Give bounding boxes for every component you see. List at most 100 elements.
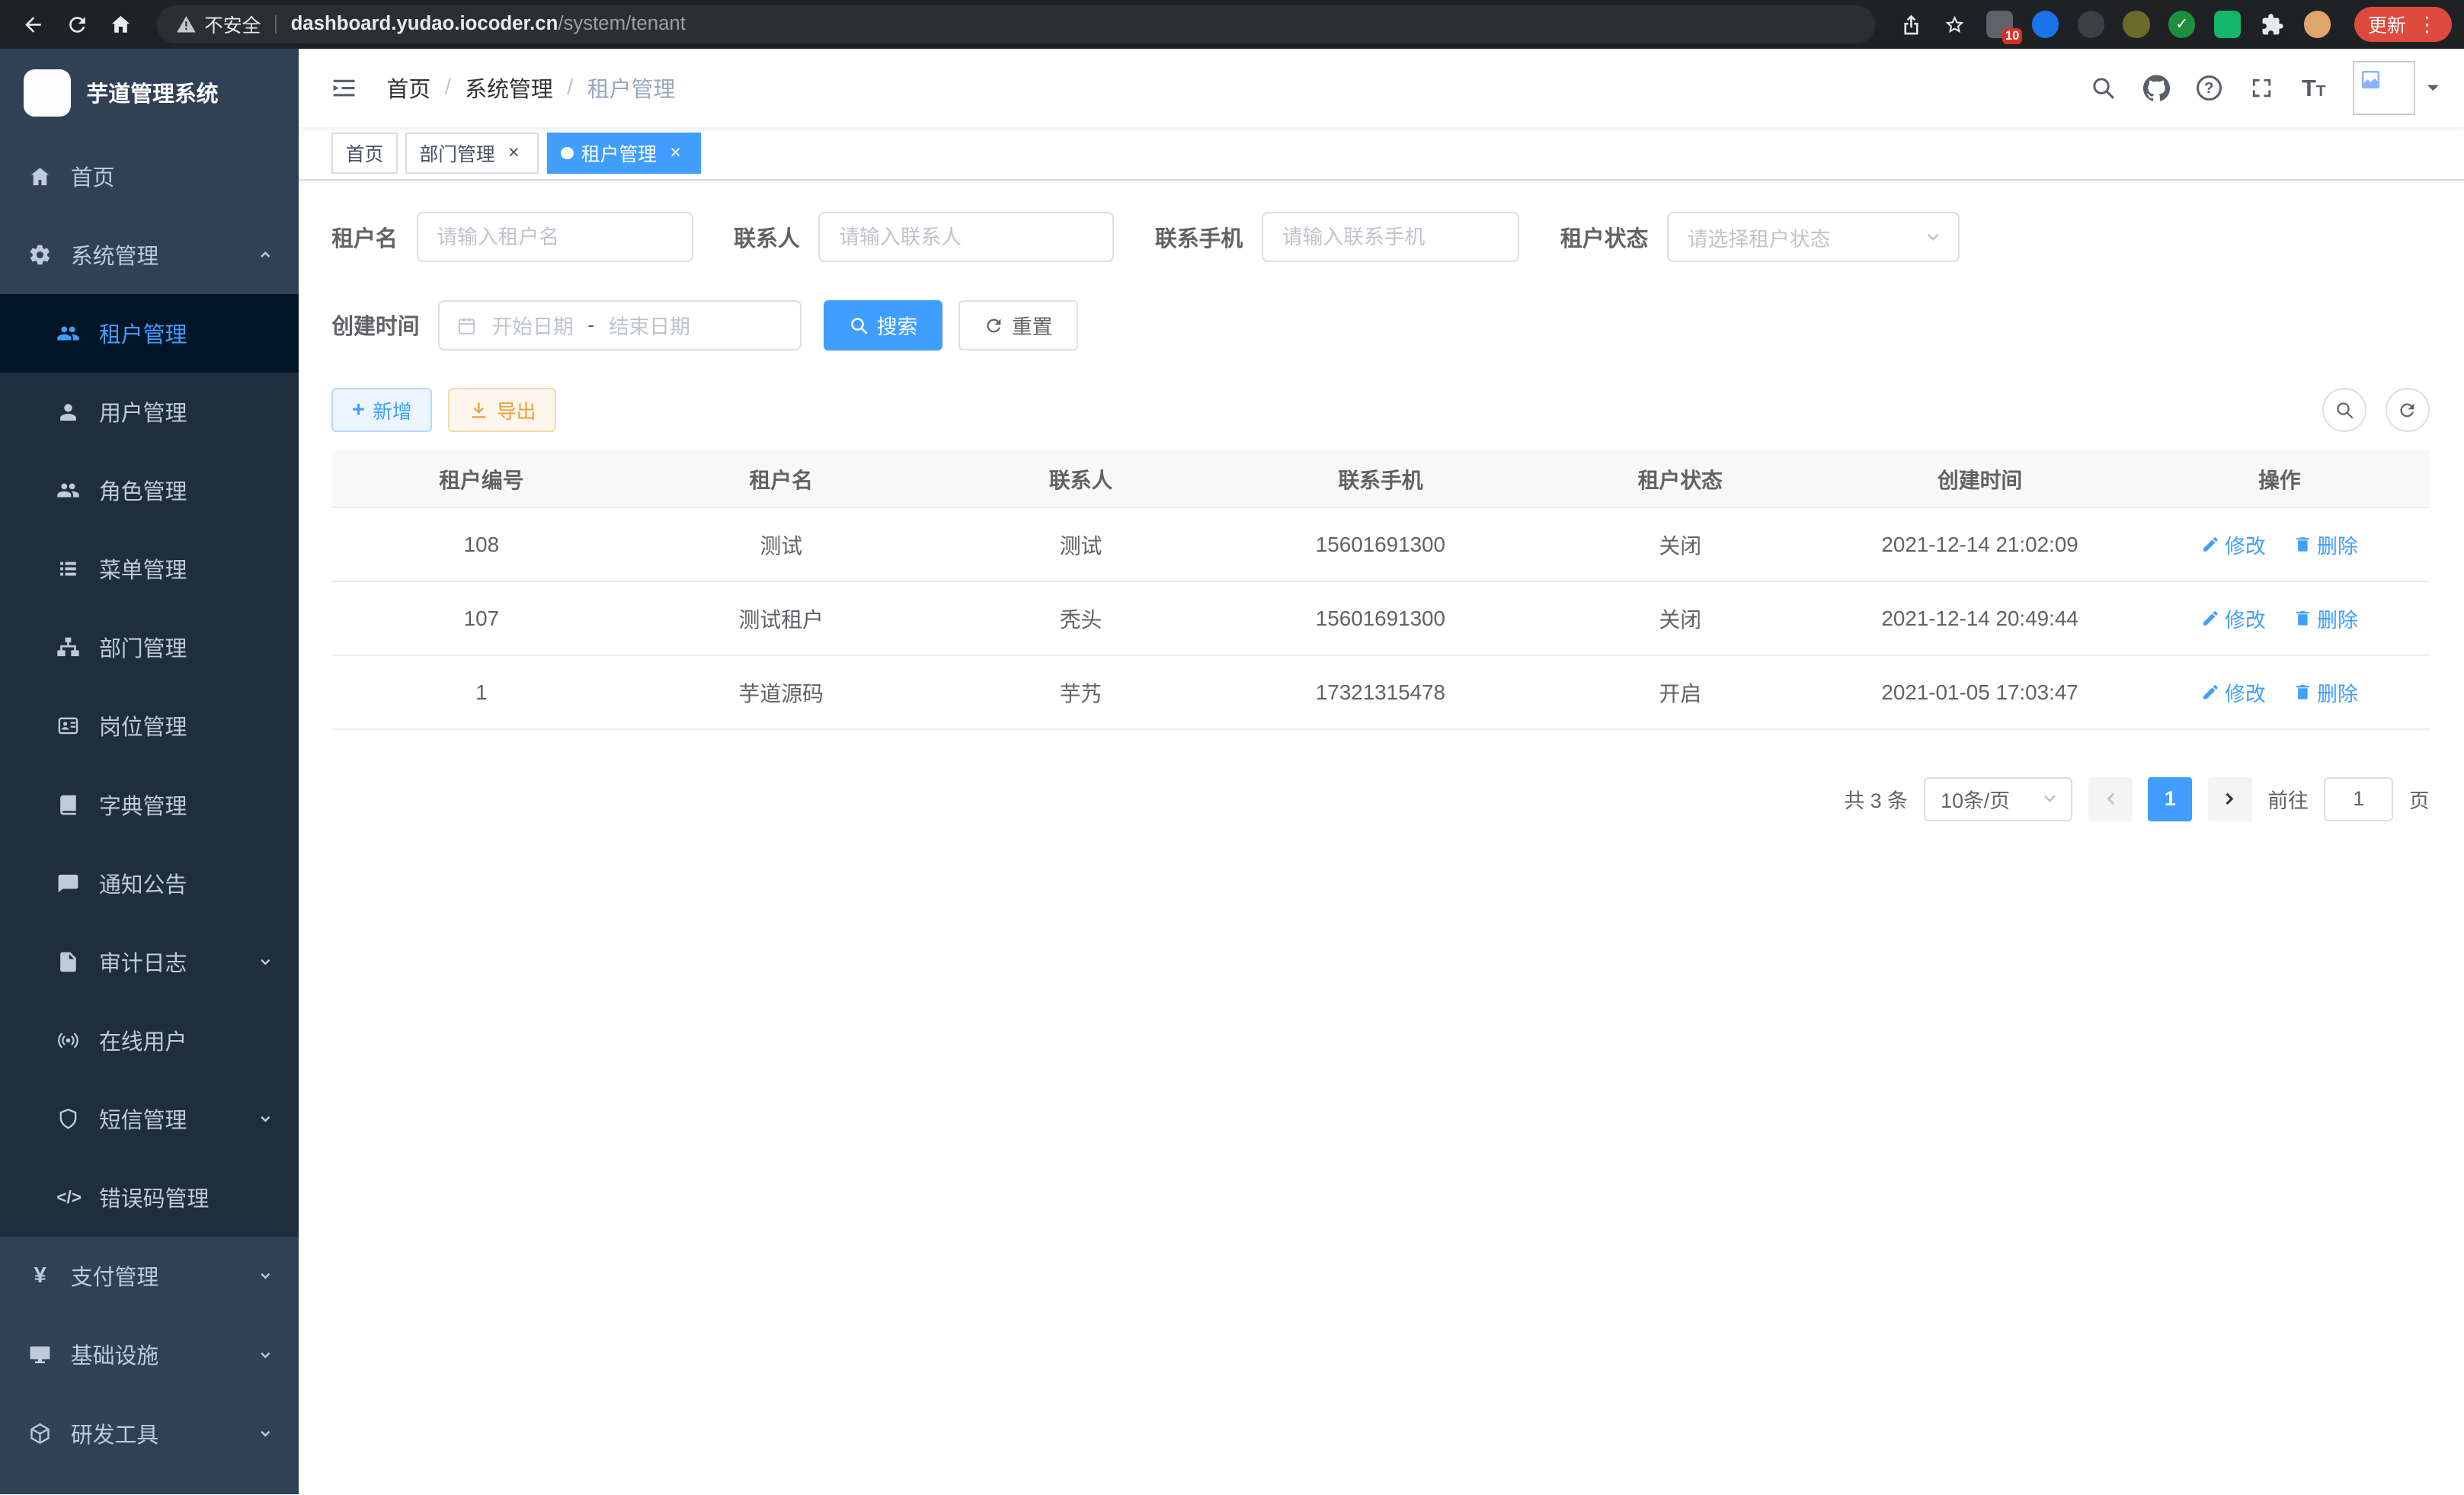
close-icon[interactable]: ×	[503, 142, 525, 165]
add-button[interactable]: + 新增	[331, 388, 432, 432]
tab-dept-management[interactable]: 部门管理 ×	[405, 133, 539, 174]
column-header: 租户状态	[1531, 451, 1830, 507]
close-icon[interactable]: ×	[664, 142, 686, 165]
help-button[interactable]: ?	[2197, 75, 2222, 101]
contact-input[interactable]	[818, 212, 1114, 262]
date-range-picker[interactable]: 开始日期 - 结束日期	[438, 300, 801, 351]
phone-input[interactable]	[1262, 212, 1519, 262]
edit-button[interactable]: 修改	[2201, 530, 2266, 559]
extension-icon-blue[interactable]	[2032, 11, 2059, 37]
font-size-small-glyph: T	[2316, 82, 2326, 100]
cell-phone: 17321315478	[1230, 655, 1530, 729]
fullscreen-button[interactable]	[2248, 75, 2275, 101]
github-button[interactable]	[2143, 75, 2170, 101]
page-number-1[interactable]: 1	[2148, 777, 2192, 821]
security-status[interactable]: 不安全	[176, 11, 261, 38]
browser-reload-button[interactable]	[56, 4, 98, 45]
header-search-button[interactable]	[2090, 75, 2117, 101]
plus-icon: +	[352, 399, 365, 421]
delete-button[interactable]: 删除	[2293, 603, 2358, 633]
breadcrumb-home[interactable]: 首页	[386, 72, 430, 104]
url-domain: dashboard.yudao.iocoder.cn	[291, 13, 558, 34]
sidebar-item-error-code-management[interactable]: </> 错误码管理	[0, 1158, 299, 1237]
trash-icon	[2293, 683, 2312, 702]
app-logo[interactable]: 芋道管理系统	[0, 49, 299, 137]
warning-icon	[176, 14, 197, 35]
toggle-search-button[interactable]	[2322, 388, 2366, 432]
sidebar-item-dict-management[interactable]: 字典管理	[0, 765, 299, 844]
edit-button[interactable]: 修改	[2201, 677, 2266, 707]
refresh-table-button[interactable]	[2386, 388, 2430, 432]
browser-home-button[interactable]	[101, 4, 142, 45]
sidebar-item-system[interactable]: 系统管理	[0, 216, 299, 294]
hamburger-icon	[330, 74, 358, 102]
sidebar-item-audit-log[interactable]: 审计日志	[0, 923, 299, 1001]
address-bar[interactable]: 不安全 dashboard.yudao.iocoder.cn/system/te…	[157, 5, 1874, 43]
next-page-button[interactable]	[2208, 777, 2252, 821]
sidebar-item-label: 角色管理	[99, 475, 187, 506]
sidebar-item-user-management[interactable]: 用户管理	[0, 373, 299, 451]
edit-label: 修改	[2225, 677, 2266, 707]
sidebar-item-payment-management[interactable]: ¥ 支付管理	[0, 1237, 299, 1315]
sidebar-item-menu-management[interactable]: 菜单管理	[0, 530, 299, 608]
sidebar-item-label: 首页	[71, 161, 115, 192]
sidebar-item-notice[interactable]: 通知公告	[0, 844, 299, 923]
extension-icon-dark[interactable]	[2078, 11, 2104, 37]
browser-back-button[interactable]	[13, 4, 54, 45]
github-icon	[2143, 75, 2170, 101]
cell-status: 关闭	[1531, 581, 1830, 655]
sidebar-item-label: 系统管理	[71, 239, 158, 271]
update-button[interactable]: 更新 ⋮	[2354, 7, 2452, 41]
tab-home[interactable]: 首页	[331, 133, 398, 174]
date-end-placeholder: 结束日期	[609, 310, 690, 340]
cell-tenant-name: 测试租户	[632, 581, 931, 655]
filter-status: 租户状态 请选择租户状态	[1560, 212, 1960, 262]
goto-page-input[interactable]	[2324, 777, 2393, 821]
user-avatar-menu[interactable]	[2353, 61, 2443, 114]
filter-phone: 联系手机	[1155, 212, 1519, 262]
sidebar-item-role-management[interactable]: 角色管理	[0, 451, 299, 530]
system-submenu: 租户管理 用户管理 角色管理 菜单管理	[0, 294, 299, 1237]
prev-page-button[interactable]	[2088, 777, 2133, 821]
avatar[interactable]	[2353, 61, 2416, 114]
sidebar-item-dept-management[interactable]: 部门管理	[0, 608, 299, 687]
edit-button[interactable]: 修改	[2201, 603, 2266, 633]
main-area: 首页 / 系统管理 / 租户管理 ?	[299, 49, 2464, 1495]
extensions-menu-button[interactable]	[2252, 4, 2293, 45]
share-button[interactable]	[1890, 4, 1931, 45]
trash-icon	[2293, 535, 2312, 554]
tenant-status-select[interactable]: 请选择租户状态	[1667, 212, 1960, 262]
tab-label: 租户管理	[581, 139, 657, 167]
sidebar-item-sms-management[interactable]: 短信管理	[0, 1080, 299, 1158]
column-header: 租户编号	[331, 451, 631, 507]
sidebar-item-online-users[interactable]: 在线用户	[0, 1001, 299, 1080]
toolbar-right	[2322, 388, 2429, 432]
font-size-button[interactable]: TT	[2302, 75, 2325, 102]
tenant-name-input[interactable]	[417, 212, 693, 262]
sidebar-item-tenant-management[interactable]: 租户管理	[0, 294, 299, 373]
extension-icon-olive[interactable]	[2123, 11, 2149, 37]
sidebar-item-home[interactable]: 首页	[0, 136, 299, 215]
contact-label: 联系人	[734, 222, 818, 253]
tab-tenant-management[interactable]: 租户管理 ×	[547, 133, 701, 174]
extension-icon-green-check[interactable]: ✓	[2168, 11, 2195, 37]
extension-icon-grid[interactable]: 10	[1986, 11, 2013, 37]
badge-icon	[56, 714, 80, 738]
reset-button[interactable]: 重置	[958, 300, 1078, 351]
breadcrumb-system[interactable]: 系统管理	[465, 72, 552, 104]
delete-button[interactable]: 删除	[2293, 530, 2358, 559]
browser-profile-avatar[interactable]	[2304, 11, 2331, 37]
bookmark-star-button[interactable]	[1934, 4, 1976, 45]
sidebar-item-infrastructure[interactable]: 基础设施	[0, 1315, 299, 1394]
sidebar-item-dev-tools[interactable]: 研发工具	[0, 1394, 299, 1472]
cell-actions: 修改 删除	[2130, 581, 2429, 655]
export-button[interactable]: 导出	[448, 388, 556, 432]
sidebar-item-post-management[interactable]: 岗位管理	[0, 687, 299, 765]
delete-button[interactable]: 删除	[2293, 677, 2358, 707]
shield-icon	[56, 1107, 80, 1131]
extension-icon-green-chat[interactable]	[2214, 11, 2241, 37]
search-button[interactable]: 搜索	[824, 300, 943, 351]
kebab-menu-icon[interactable]: ⋮	[2417, 14, 2437, 35]
sidebar-toggle-button[interactable]	[327, 71, 361, 105]
page-size-select[interactable]: 10条/页	[1924, 777, 2073, 821]
